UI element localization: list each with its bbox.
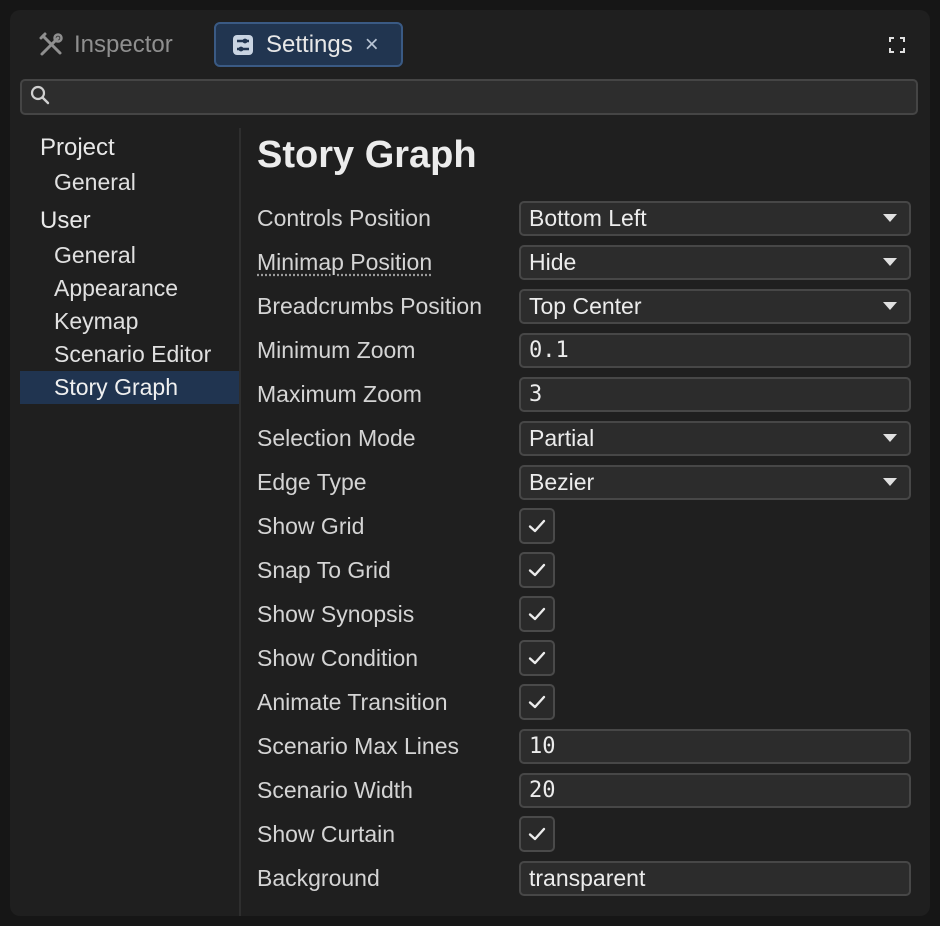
setting-label-controls-position: Controls Position	[257, 204, 431, 231]
minimap-position-select[interactable]: Hide	[519, 244, 911, 280]
setting-row-show-curtain: Show Curtain	[257, 816, 919, 852]
sidebar-item-keymap[interactable]: Keymap	[20, 305, 240, 338]
selection-mode-value: Partial	[529, 424, 595, 451]
minimum-zoom-input[interactable]: 0.1	[519, 332, 911, 368]
setting-row-minimum-zoom: Minimum Zoom 0.1	[257, 332, 919, 368]
search-icon	[30, 85, 50, 110]
tab-inspector[interactable]: Inspector	[30, 23, 181, 67]
controls-position-value: Bottom Left	[529, 204, 647, 231]
scenario-max-lines-input[interactable]: 10	[519, 728, 911, 764]
sidebar-item-scenario-editor[interactable]: Scenario Editor	[20, 338, 240, 371]
chevron-down-icon	[883, 434, 897, 442]
sidebar-item-story-graph[interactable]: Story Graph	[20, 371, 240, 404]
setting-label-selection-mode: Selection Mode	[257, 424, 416, 451]
setting-label-maximum-zoom: Maximum Zoom	[257, 380, 422, 407]
sidebar-divider	[239, 128, 241, 916]
sidebar-item-project-general[interactable]: General	[20, 166, 240, 199]
maximum-zoom-input[interactable]: 3	[519, 376, 911, 412]
setting-label-show-synopsis: Show Synopsis	[257, 600, 415, 627]
maximize-icon[interactable]	[888, 36, 906, 54]
tab-inspector-label: Inspector	[74, 31, 173, 58]
setting-label-show-condition: Show Condition	[257, 644, 419, 671]
setting-label-breadcrumbs-position: Breadcrumbs Position	[257, 292, 482, 319]
settings-panel: Inspector Settings × Project General Use…	[10, 10, 930, 916]
check-icon	[528, 695, 546, 709]
chevron-down-icon	[883, 302, 897, 310]
setting-label-animate-transition: Animate Transition	[257, 688, 448, 715]
tab-settings-label: Settings	[266, 30, 353, 58]
chevron-down-icon	[883, 214, 897, 222]
sidebar-group-project: Project	[40, 134, 115, 161]
scenario-width-input[interactable]: 20	[519, 772, 911, 808]
setting-row-animate-transition: Animate Transition	[257, 684, 919, 720]
setting-label-snap-to-grid: Snap To Grid	[257, 556, 391, 583]
setting-label-scenario-width: Scenario Width	[257, 776, 413, 803]
check-icon	[528, 651, 546, 665]
setting-row-edge-type: Edge Type Bezier	[257, 464, 919, 500]
search-input[interactable]	[50, 81, 916, 113]
page-title: Story Graph	[257, 134, 477, 176]
setting-row-show-condition: Show Condition	[257, 640, 919, 676]
sliders-icon	[230, 32, 256, 58]
tab-settings[interactable]: Settings ×	[214, 22, 403, 67]
sidebar-item-appearance[interactable]: Appearance	[20, 272, 240, 305]
check-icon	[528, 519, 546, 533]
setting-label-background: Background	[257, 864, 380, 891]
chevron-down-icon	[883, 258, 897, 266]
search-bar	[20, 79, 918, 115]
setting-row-controls-position: Controls Position Bottom Left	[257, 200, 919, 236]
settings-sidebar: Project General User General Appearance …	[20, 130, 240, 404]
background-input[interactable]: transparent	[519, 860, 911, 896]
selection-mode-select[interactable]: Partial	[519, 420, 911, 456]
setting-label-show-grid: Show Grid	[257, 512, 365, 539]
animate-transition-checkbox[interactable]	[519, 684, 555, 720]
chevron-down-icon	[883, 478, 897, 486]
check-icon	[528, 563, 546, 577]
snap-to-grid-checkbox[interactable]	[519, 552, 555, 588]
setting-row-show-synopsis: Show Synopsis	[257, 596, 919, 632]
setting-row-background: Background transparent	[257, 860, 919, 896]
edge-type-value: Bezier	[529, 468, 595, 495]
setting-label-minimum-zoom: Minimum Zoom	[257, 336, 416, 363]
controls-position-select[interactable]: Bottom Left	[519, 200, 911, 236]
setting-label-edge-type: Edge Type	[257, 468, 367, 495]
show-curtain-checkbox[interactable]	[519, 816, 555, 852]
tools-icon	[38, 32, 64, 58]
setting-row-minimap-position: Minimap Position Hide	[257, 244, 919, 280]
edge-type-select[interactable]: Bezier	[519, 464, 911, 500]
breadcrumbs-position-value: Top Center	[529, 292, 642, 319]
show-synopsis-checkbox[interactable]	[519, 596, 555, 632]
setting-row-selection-mode: Selection Mode Partial	[257, 420, 919, 456]
setting-row-scenario-width: Scenario Width 20	[257, 772, 919, 808]
breadcrumbs-position-select[interactable]: Top Center	[519, 288, 911, 324]
sidebar-item-user-general[interactable]: General	[20, 239, 240, 272]
setting-label-show-curtain: Show Curtain	[257, 820, 396, 847]
show-condition-checkbox[interactable]	[519, 640, 555, 676]
show-grid-checkbox[interactable]	[519, 508, 555, 544]
sidebar-group-user: User	[40, 207, 91, 234]
setting-row-show-grid: Show Grid	[257, 508, 919, 544]
close-icon[interactable]: ×	[365, 32, 379, 57]
check-icon	[528, 827, 546, 841]
setting-label-scenario-max-lines: Scenario Max Lines	[257, 732, 459, 759]
setting-row-scenario-max-lines: Scenario Max Lines 10	[257, 728, 919, 764]
minimap-position-value: Hide	[529, 248, 577, 275]
setting-row-breadcrumbs-position: Breadcrumbs Position Top Center	[257, 288, 919, 324]
setting-label-minimap-position: Minimap Position	[257, 248, 433, 275]
setting-row-snap-to-grid: Snap To Grid	[257, 552, 919, 588]
check-icon	[528, 607, 546, 621]
setting-row-maximum-zoom: Maximum Zoom 3	[257, 376, 919, 412]
